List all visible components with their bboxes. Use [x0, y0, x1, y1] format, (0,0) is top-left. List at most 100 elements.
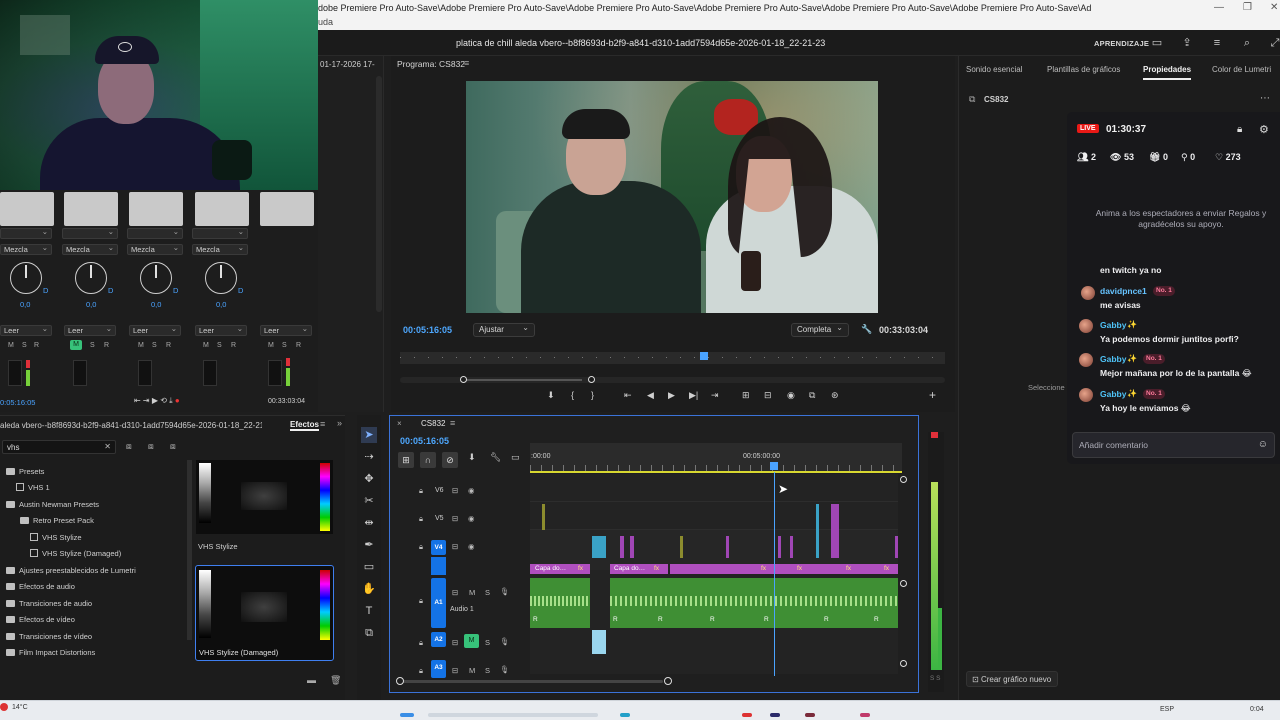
- record-button[interactable]: R: [34, 342, 39, 349]
- yuv-effects-icon[interactable]: ⧈: [170, 441, 176, 452]
- voiceover-mic-icon[interactable]: 🎙︎: [500, 637, 510, 646]
- mute-toggle[interactable]: M: [469, 666, 475, 675]
- solo-button[interactable]: S: [282, 342, 287, 349]
- effects-search-input[interactable]: vhs ✕: [2, 440, 116, 454]
- solo-button[interactable]: S: [90, 342, 95, 349]
- chat-username[interactable]: Gabby: [1100, 354, 1126, 364]
- scroll-handle[interactable]: [396, 677, 404, 685]
- video-clip[interactable]: [816, 504, 819, 558]
- scroll-handle[interactable]: [900, 580, 907, 587]
- export-icon[interactable]: ⇪: [1180, 36, 1194, 50]
- step-back-icon[interactable]: ◀: [647, 390, 654, 401]
- solo-button[interactable]: S: [152, 342, 157, 349]
- tracks-area[interactable]: Capa do… fx Capa do… fx fx fx fx fx R R R R R…: [530, 472, 898, 676]
- new-bin-icon[interactable]: ▬: [307, 675, 316, 685]
- scroll-handle[interactable]: [900, 660, 907, 667]
- preset-preview-vhs-damaged-selected[interactable]: VHS Stylize (Damaged): [195, 565, 334, 661]
- effects-menu-icon[interactable]: ≡: [320, 419, 325, 429]
- zoom-bar[interactable]: [400, 376, 945, 383]
- tab-properties[interactable]: Propiedades: [1143, 65, 1192, 80]
- video-clip[interactable]: [592, 536, 606, 558]
- clip-capa[interactable]: Capa do… fx: [610, 564, 668, 574]
- tree-item-retro-pack[interactable]: Retro Preset Pack: [20, 516, 94, 525]
- record-button[interactable]: R: [296, 342, 301, 349]
- close-icon[interactable]: ✕: [1270, 2, 1278, 13]
- type-tool-icon[interactable]: T: [361, 603, 377, 619]
- app-icon[interactable]: [770, 713, 780, 717]
- chat-username[interactable]: Gabby: [1100, 320, 1126, 330]
- track-input-select[interactable]: [192, 227, 248, 239]
- selection-tool-icon[interactable]: ➤: [361, 427, 377, 443]
- lock-icon[interactable]: 🔒︎: [1237, 124, 1242, 135]
- snap-icon[interactable]: ∩: [420, 452, 436, 468]
- video-clip[interactable]: [680, 536, 683, 558]
- solo-toggle[interactable]: S: [485, 638, 490, 647]
- clip-adjustment-track[interactable]: fx fx fx fx: [670, 564, 898, 574]
- export-frame-icon[interactable]: ◉: [787, 390, 795, 401]
- captions-icon[interactable]: ▭: [511, 452, 520, 463]
- go-to-out-icon[interactable]: ⇥: [711, 390, 719, 401]
- horizontal-scrollbar[interactable]: [396, 677, 672, 685]
- volume-fader[interactable]: [73, 360, 87, 386]
- language-indicator[interactable]: ESP: [1160, 706, 1174, 713]
- track-a3-target[interactable]: A3: [431, 660, 446, 678]
- zoom-handle-right[interactable]: [588, 376, 595, 383]
- nest-icon[interactable]: ⊞: [398, 452, 414, 468]
- mute-button-active[interactable]: M: [70, 340, 82, 350]
- razor-tool-icon[interactable]: ✂: [361, 493, 377, 509]
- mute-active[interactable]: M: [464, 634, 479, 648]
- project-tab[interactable]: aleda vbero--b8f8693d-b2f9-a841-d310-1ad…: [0, 421, 262, 430]
- track-a2-target[interactable]: A2: [431, 632, 446, 647]
- program-timecode[interactable]: 00:05:16:05: [403, 325, 452, 335]
- vertical-scrollbar[interactable]: [900, 476, 908, 674]
- video-clip[interactable]: [630, 536, 634, 558]
- scroll-handle[interactable]: [900, 476, 907, 483]
- lift-icon[interactable]: ⊞: [742, 390, 750, 401]
- sync-icon[interactable]: ⊟: [452, 542, 458, 551]
- app-icon[interactable]: [860, 713, 870, 717]
- 32bit-effects-icon[interactable]: ⧈: [148, 441, 154, 452]
- eye-icon[interactable]: ◉: [468, 542, 475, 551]
- tree-item-video-effects[interactable]: Efectos de vídeo: [6, 615, 75, 624]
- track-input-select[interactable]: [62, 227, 118, 239]
- mark-in-icon[interactable]: {: [571, 390, 574, 400]
- sync-icon[interactable]: ⊟: [452, 486, 458, 495]
- read-mode-select[interactable]: Leer: [260, 324, 312, 336]
- mute-button[interactable]: M: [138, 342, 144, 349]
- tree-item-vhs-stylize-damaged[interactable]: VHS Stylize (Damaged): [30, 549, 121, 558]
- time-ruler[interactable]: :00:00 00:05:00:00: [530, 443, 902, 473]
- minimize-icon[interactable]: —: [1214, 2, 1224, 13]
- mark-out-icon[interactable]: }: [591, 390, 594, 400]
- program-scrub-bar[interactable]: [400, 352, 945, 364]
- chat-username[interactable]: davidpnce1: [1100, 286, 1147, 296]
- lock-icon[interactable]: 🔒︎: [419, 542, 423, 552]
- playhead-marker[interactable]: [700, 352, 708, 360]
- mix-select[interactable]: Mezcla: [0, 243, 52, 255]
- app-icon[interactable]: [742, 713, 752, 717]
- volume-fader[interactable]: [8, 360, 22, 386]
- video-clip[interactable]: [726, 536, 729, 558]
- solo-button[interactable]: S: [22, 342, 27, 349]
- pan-knob[interactable]: [10, 262, 42, 294]
- learning-workspace-tab[interactable]: APRENDIZAJE: [1094, 39, 1149, 48]
- add-marker-icon[interactable]: ⬇: [468, 452, 476, 463]
- linked-selection-icon[interactable]: ⊘: [442, 452, 458, 468]
- add-marker-icon[interactable]: ⬇: [547, 390, 555, 401]
- tree-item-audio-effects[interactable]: Efectos de audio: [6, 582, 75, 591]
- record-button[interactable]: R: [166, 342, 171, 349]
- caption-tool-icon[interactable]: ⧉: [361, 625, 377, 641]
- read-mode-select[interactable]: Leer: [129, 324, 181, 336]
- fullscreen-icon[interactable]: ⤢: [1268, 36, 1280, 50]
- new-graphic-button[interactable]: ⊡ Crear gráfico nuevo: [966, 671, 1058, 687]
- app-icon[interactable]: [805, 713, 815, 717]
- quality-select[interactable]: Completa: [791, 322, 849, 337]
- video-clip[interactable]: [620, 536, 624, 558]
- tab-essential-sound[interactable]: Sonido esencial: [966, 65, 1022, 74]
- tree-item-lumetri-presets[interactable]: Ajustes preestablecidos de Lumetri: [6, 566, 136, 575]
- sync-icon[interactable]: ⊟: [452, 638, 458, 647]
- emoji-icon[interactable]: ☺: [1258, 439, 1268, 450]
- pan-knob[interactable]: [205, 262, 237, 294]
- tab-graphics-templates[interactable]: Plantillas de gráficos: [1047, 65, 1120, 74]
- clip-capa[interactable]: Capa do… fx: [530, 564, 590, 574]
- track-input-select[interactable]: [127, 227, 183, 239]
